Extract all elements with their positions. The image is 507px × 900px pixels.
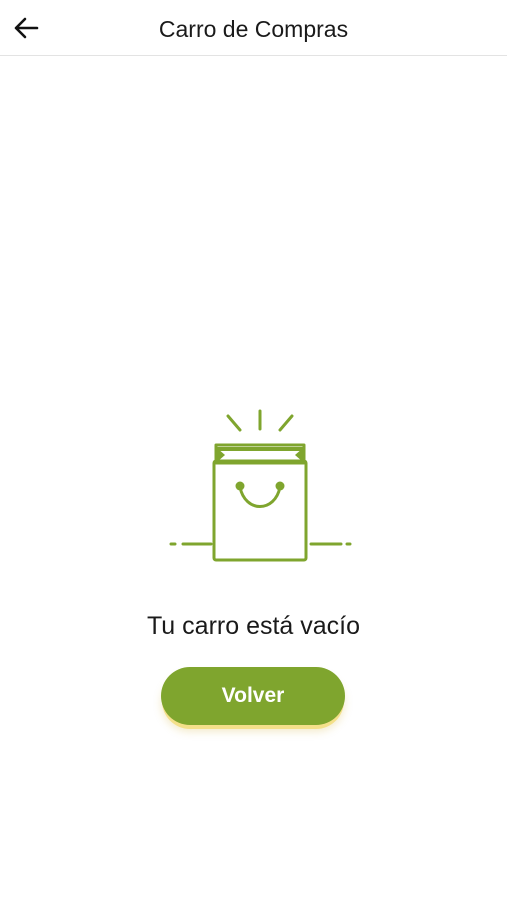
smiling-shopping-bag-icon bbox=[169, 409, 352, 562]
top-app-bar: Carro de Compras bbox=[0, 0, 507, 56]
empty-cart-illustration bbox=[165, 405, 355, 567]
volver-button[interactable]: Volver bbox=[161, 667, 345, 725]
empty-cart-message: Tu carro está vacío bbox=[146, 612, 361, 640]
page-title: Carro de Compras bbox=[158, 16, 349, 42]
